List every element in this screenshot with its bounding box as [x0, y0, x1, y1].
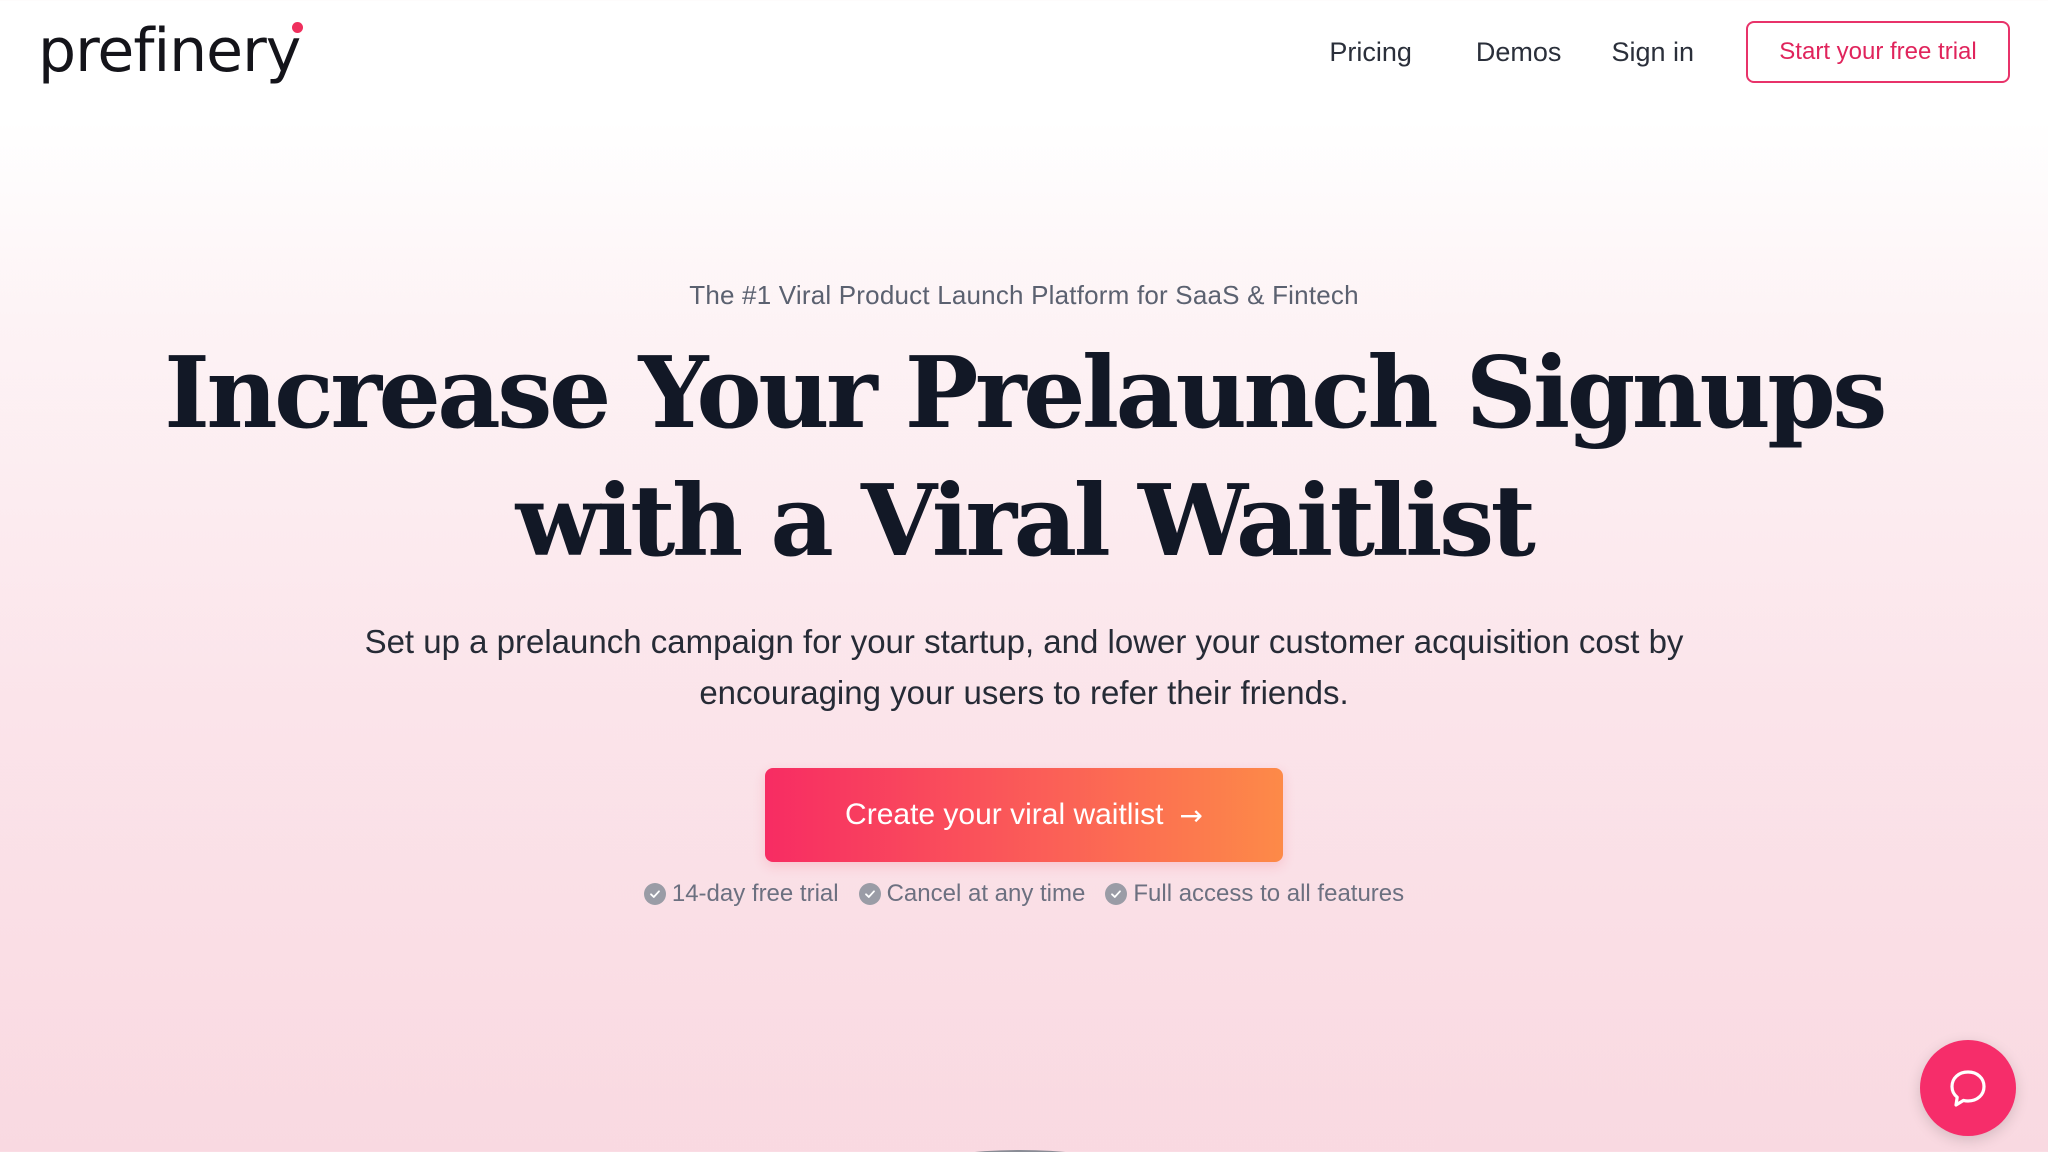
- logo-dot: [292, 22, 304, 33]
- nav-sign-in-link[interactable]: Sign in: [1611, 37, 1694, 68]
- start-free-trial-button[interactable]: Start your free trial: [1746, 21, 2010, 83]
- feature-label: 14-day free trial: [671, 880, 839, 907]
- create-viral-waitlist-button[interactable]: Create your viral waitlist →: [765, 768, 1283, 862]
- check-circle-icon: [1105, 883, 1128, 905]
- chat-bubble-icon: [1950, 1070, 1986, 1107]
- arrow-right-icon: →: [1179, 798, 1203, 832]
- check-circle-icon: [643, 883, 666, 905]
- hero-subhead-line-1: Set up a prelaunch campaign for your sta…: [364, 623, 1684, 660]
- feature-label: Cancel at any time: [886, 880, 1086, 907]
- hero-subhead-line-2: encouraging your users to refer their fr…: [699, 674, 1349, 711]
- prefinery-logo[interactable]: prefinery: [38, 14, 304, 88]
- site-header: prefinery Pricing Demos Sign in Start yo…: [0, 0, 2048, 104]
- nav-pricing-link[interactable]: Pricing: [1329, 37, 1412, 68]
- feature-item-cancel: Cancel at any time: [858, 880, 1086, 908]
- main-nav: Pricing Demos Sign in Start your free tr…: [1329, 21, 2010, 83]
- hero-subhead: Set up a prelaunch campaign for your sta…: [0, 616, 2048, 718]
- feature-list: 14-day free trial Cancel at any time Ful…: [0, 880, 2048, 908]
- hero-headline-line-2: with a Viral Waitlist: [515, 464, 1536, 579]
- feature-item-full-access: Full access to all features: [1105, 880, 1404, 908]
- chat-launcher-button[interactable]: [1920, 1040, 2016, 1136]
- feature-label: Full access to all features: [1133, 880, 1405, 907]
- hero-eyebrow: The #1 Viral Product Launch Platform for…: [689, 280, 1359, 310]
- check-circle-icon: [858, 883, 881, 905]
- hero-headline: Increase Your Prelaunch Signups with a V…: [0, 330, 2048, 586]
- create-viral-waitlist-label: Create your viral waitlist: [845, 798, 1164, 831]
- decorative-arc: [975, 1150, 1065, 1152]
- nav-demos-link[interactable]: Demos: [1476, 37, 1562, 68]
- logo-text: prefinery: [38, 16, 301, 86]
- feature-item-free-trial: 14-day free trial: [643, 880, 839, 908]
- hero-headline-line-1: Increase Your Prelaunch Signups: [164, 336, 1887, 451]
